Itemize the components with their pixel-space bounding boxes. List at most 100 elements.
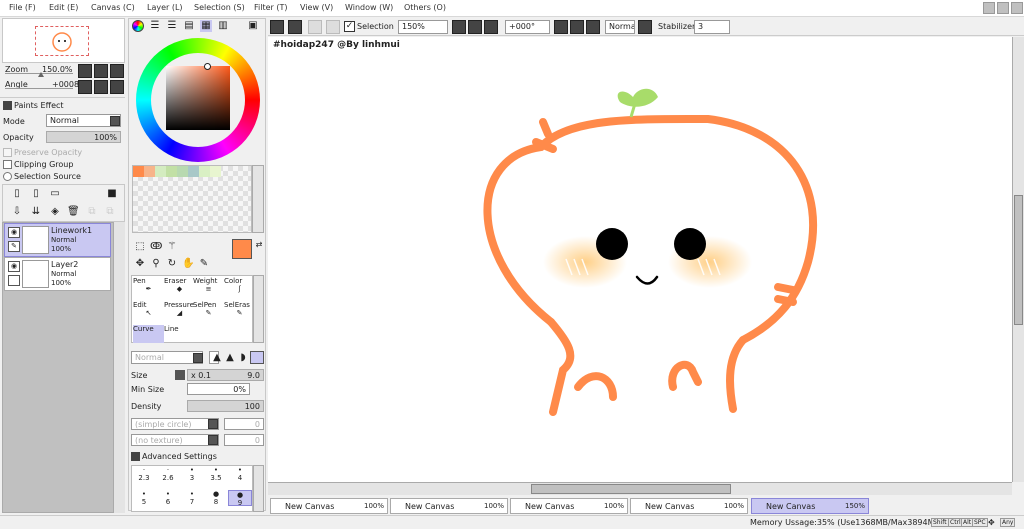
size-slider[interactable]: x 0.1 9.0 [187, 369, 264, 381]
pen-icon[interactable]: ✎ [8, 241, 20, 252]
hand-icon[interactable]: ✋ [182, 258, 194, 270]
new-layer-icon[interactable]: ▯ [11, 188, 23, 200]
scratchpad-icon[interactable]: ▥ [217, 20, 229, 32]
canvas-tab[interactable]: New Canvas 100% [390, 498, 508, 514]
brush-size-cell[interactable]: • 3.5 [204, 466, 228, 482]
new-vector-layer-icon[interactable]: ▯ [30, 188, 42, 200]
menu-filter[interactable]: Filter (T) [254, 3, 287, 12]
brush-size-cell[interactable]: · 2.6 [156, 466, 180, 482]
minimize-button[interactable] [983, 2, 995, 14]
scroll-thumb[interactable] [531, 484, 731, 494]
expand-icon[interactable] [131, 452, 140, 461]
advanced-settings-label[interactable]: Advanced Settings [142, 452, 217, 461]
swap-colors-icon[interactable]: ⇄ [253, 239, 265, 251]
flip-mode-select[interactable]: Normal [605, 20, 635, 34]
size-multiplier-dropdown[interactable] [175, 370, 185, 380]
swatch[interactable] [188, 166, 199, 177]
trash-icon[interactable]: 🗑 [67, 206, 80, 218]
canvas-vertical-scrollbar[interactable] [1012, 37, 1024, 482]
chevron-down-icon[interactable] [208, 435, 218, 445]
merge-down-icon[interactable]: ⇊ [30, 206, 42, 218]
zoom-icon[interactable]: ⚲ [150, 258, 162, 270]
brush-size-cell[interactable]: · 2.3 [132, 466, 156, 482]
angle-slider[interactable] [5, 88, 73, 89]
rotate-right-button[interactable] [570, 20, 584, 34]
brush-texture-select[interactable]: (no texture) [131, 434, 219, 446]
brush-size-cell[interactable]: • 6 [156, 490, 180, 506]
swatch[interactable] [155, 166, 166, 177]
brush-shape-mountain-icon[interactable]: ▲ [211, 352, 223, 364]
lock-checkbox[interactable] [8, 275, 20, 286]
layer-scrollbar[interactable] [113, 222, 125, 513]
swatch[interactable] [166, 166, 177, 177]
clipping-group-checkbox[interactable] [3, 160, 12, 169]
chevron-down-icon[interactable] [208, 419, 218, 429]
zoom-slider-thumb[interactable] [38, 72, 44, 77]
new-folder-icon[interactable]: ▭ [49, 188, 61, 200]
swatch[interactable] [210, 166, 221, 177]
tool-pen[interactable]: Pen ✒ [133, 277, 164, 302]
tool-scrollbar[interactable] [253, 275, 264, 343]
zoom-out-button[interactable] [452, 20, 466, 34]
chevron-down-icon[interactable] [193, 353, 203, 363]
zoom-select[interactable]: 150% [398, 20, 448, 34]
rotate-right-button[interactable] [94, 80, 108, 94]
brush-shape-select[interactable]: (simple circle) [131, 418, 219, 430]
rotate-reset-button[interactable] [586, 20, 600, 34]
zoom-reset-button[interactable] [484, 20, 498, 34]
tool-edit[interactable]: Edit ↖ [133, 301, 164, 326]
brush-size-cell[interactable]: ● 8 [204, 490, 228, 506]
stabilizer-select[interactable]: 3 [694, 20, 730, 34]
close-window-button[interactable] [1011, 2, 1023, 14]
canvas-tab[interactable]: New Canvas 100% [630, 498, 748, 514]
rotate-left-button[interactable] [554, 20, 568, 34]
opacity-slider[interactable]: 100% [46, 131, 121, 143]
hsv-sliders-icon[interactable]: ☰ [166, 20, 178, 32]
transfer-down-icon[interactable]: ⇩ [11, 206, 23, 218]
zoom-in-button[interactable] [94, 64, 108, 78]
brush-size-cell[interactable]: • 3 [180, 466, 204, 482]
menu-layer[interactable]: Layer (L) [147, 3, 183, 12]
tool-pressure[interactable]: Pressure ◢ [164, 301, 195, 326]
angle-select[interactable]: +000° [505, 20, 550, 34]
redo-button[interactable] [288, 20, 302, 34]
rotate-reset-button[interactable] [110, 80, 124, 94]
rotate-left-button[interactable] [78, 80, 92, 94]
expand-icon[interactable] [3, 101, 12, 110]
swatch[interactable] [144, 166, 155, 177]
brush-texture-value[interactable]: 0 [224, 434, 264, 446]
canvas[interactable]: #hoidap247 @By linhmui [268, 37, 1012, 482]
brush-shape-hill-icon[interactable]: ▲ [224, 352, 236, 364]
magic-wand-icon[interactable]: ⚚ [166, 241, 178, 253]
canvas-tab[interactable]: New Canvas 100% [270, 498, 388, 514]
primary-color[interactable] [232, 239, 252, 259]
selection-checkbox[interactable]: ✓ [344, 21, 355, 32]
rect-select-icon[interactable]: ⬚ [134, 241, 146, 253]
saturation-value-square[interactable] [166, 66, 230, 130]
swatch[interactable] [133, 166, 144, 177]
eye-icon[interactable]: ◉ [8, 227, 20, 238]
canvas-horizontal-scrollbar[interactable] [268, 482, 1012, 495]
layer-item-layer2[interactable]: ◉ Layer2 Normal 100% [4, 257, 111, 291]
rotate-icon[interactable]: ↻ [166, 258, 178, 270]
tool-seleras[interactable]: SelEras ✎ [224, 301, 255, 326]
layer-settings-icon[interactable]: ■ [106, 188, 118, 200]
menu-selection[interactable]: Selection (S) [194, 3, 245, 12]
canvas-tab[interactable]: New Canvas 100% [510, 498, 628, 514]
tool-color[interactable]: Color ʃ [224, 277, 255, 302]
tool-weight[interactable]: Weight ≡ [193, 277, 224, 302]
zoom-out-button[interactable] [78, 64, 92, 78]
brush-shape-value[interactable]: 0 [224, 418, 264, 430]
canvas-tab-active[interactable]: New Canvas 150% [751, 498, 869, 514]
minsize-slider[interactable]: 0% [187, 383, 250, 395]
menu-others[interactable]: Others (O) [404, 3, 446, 12]
brush-size-cell[interactable]: • 7 [180, 490, 204, 506]
menu-canvas[interactable]: Canvas (C) [91, 3, 135, 12]
menu-window[interactable]: Window (W) [345, 3, 393, 12]
navigator-preview[interactable] [2, 18, 125, 63]
tool-line[interactable]: Line [164, 325, 195, 343]
selection-source-radio[interactable] [3, 172, 12, 181]
menu-icon[interactable]: ▣ [247, 20, 259, 32]
move-icon[interactable]: ✥ [134, 258, 146, 270]
tool-eraser[interactable]: Eraser ◆ [164, 277, 195, 302]
